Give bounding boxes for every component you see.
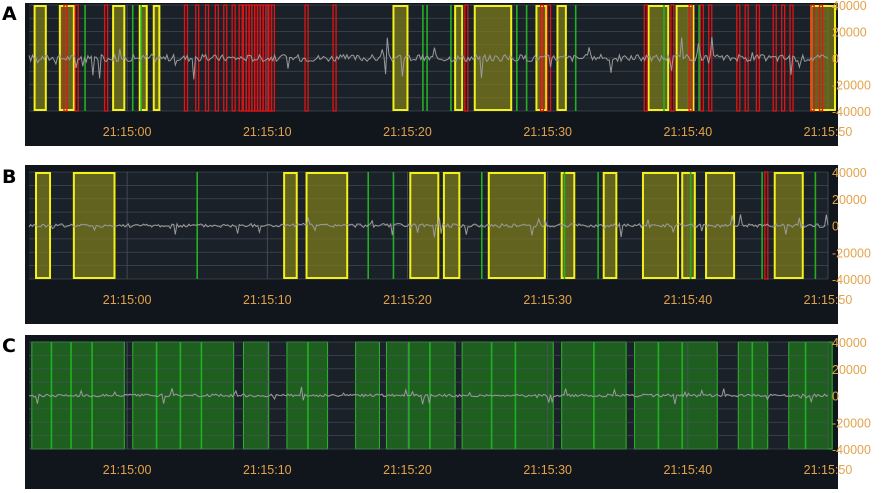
x-tick-label: 21:15:50 [804, 463, 853, 477]
y-tick-label: 0 [832, 390, 839, 404]
y-tick-label: 40000 [832, 336, 867, 350]
y-tick-label: 20000 [832, 363, 867, 377]
x-tick-label: 21:15:30 [523, 463, 572, 477]
x-tick-label: 21:15:40 [663, 463, 712, 477]
x-tick-label: 21:15:20 [383, 463, 432, 477]
x-tick-label: 21:15:00 [103, 463, 152, 477]
chart-panel-c: 40000 20000 0 -20000 -40000 21:15:00 21:15:10 2… [25, 335, 871, 489]
y-tick-label: -40000 [832, 443, 871, 457]
x-tick-label: 21:15:10 [243, 463, 292, 477]
y-tick-label: -20000 [832, 416, 871, 430]
